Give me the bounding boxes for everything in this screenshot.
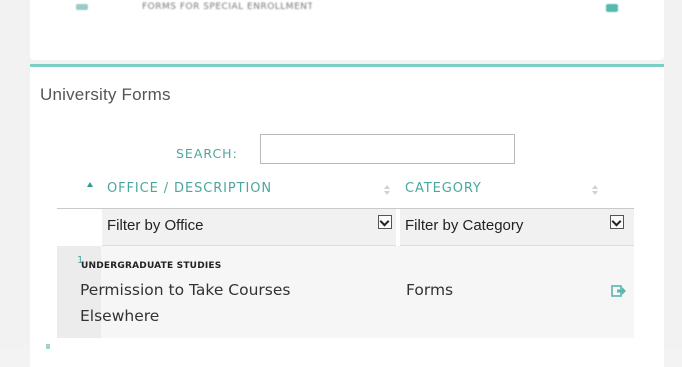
search-label: SEARCH: (176, 146, 238, 161)
filter-by-category-select[interactable]: Filter by Category (400, 209, 634, 246)
filter-office-value: Filter by Office (107, 217, 204, 234)
column-header-category[interactable]: CATEGORY (405, 181, 482, 196)
previous-row-text: FORMS FOR SPECIAL ENROLLMENT (142, 2, 312, 12)
filter-row: Filter by Office Filter by Category (57, 209, 634, 246)
chevron-down-icon[interactable] (610, 215, 624, 229)
sort-icon[interactable] (592, 185, 598, 195)
filter-category-value: Filter by Category (405, 217, 524, 234)
external-link-icon[interactable] (611, 284, 627, 298)
sort-ascending-icon[interactable] (87, 182, 93, 187)
table-header-row: OFFICE / DESCRIPTION CATEGORY (57, 172, 634, 209)
sort-icon[interactable] (384, 185, 390, 195)
filter-by-office-select[interactable]: Filter by Office (102, 209, 396, 246)
previous-section-row[interactable]: FORMS FOR SPECIAL ENROLLMENT (30, 0, 664, 24)
chevron-down-icon[interactable] (378, 215, 392, 229)
column-header-office[interactable]: OFFICE / DESCRIPTION (107, 181, 272, 196)
row-office-name: UNDERGRADUATE STUDIES (81, 261, 222, 271)
document-icon (76, 4, 88, 10)
search-input[interactable] (260, 134, 515, 164)
previous-section-card: FORMS FOR SPECIAL ENROLLMENT (30, 0, 664, 60)
next-row-number (46, 344, 50, 349)
card-title: University Forms (40, 85, 171, 104)
external-link-icon[interactable] (606, 4, 618, 12)
row-form-category: Forms (406, 281, 454, 299)
row-form-title[interactable]: Permission to Take Courses Elsewhere (80, 277, 360, 329)
university-forms-card: University Forms SEARCH: OFFICE / DESCRI… (30, 64, 664, 367)
